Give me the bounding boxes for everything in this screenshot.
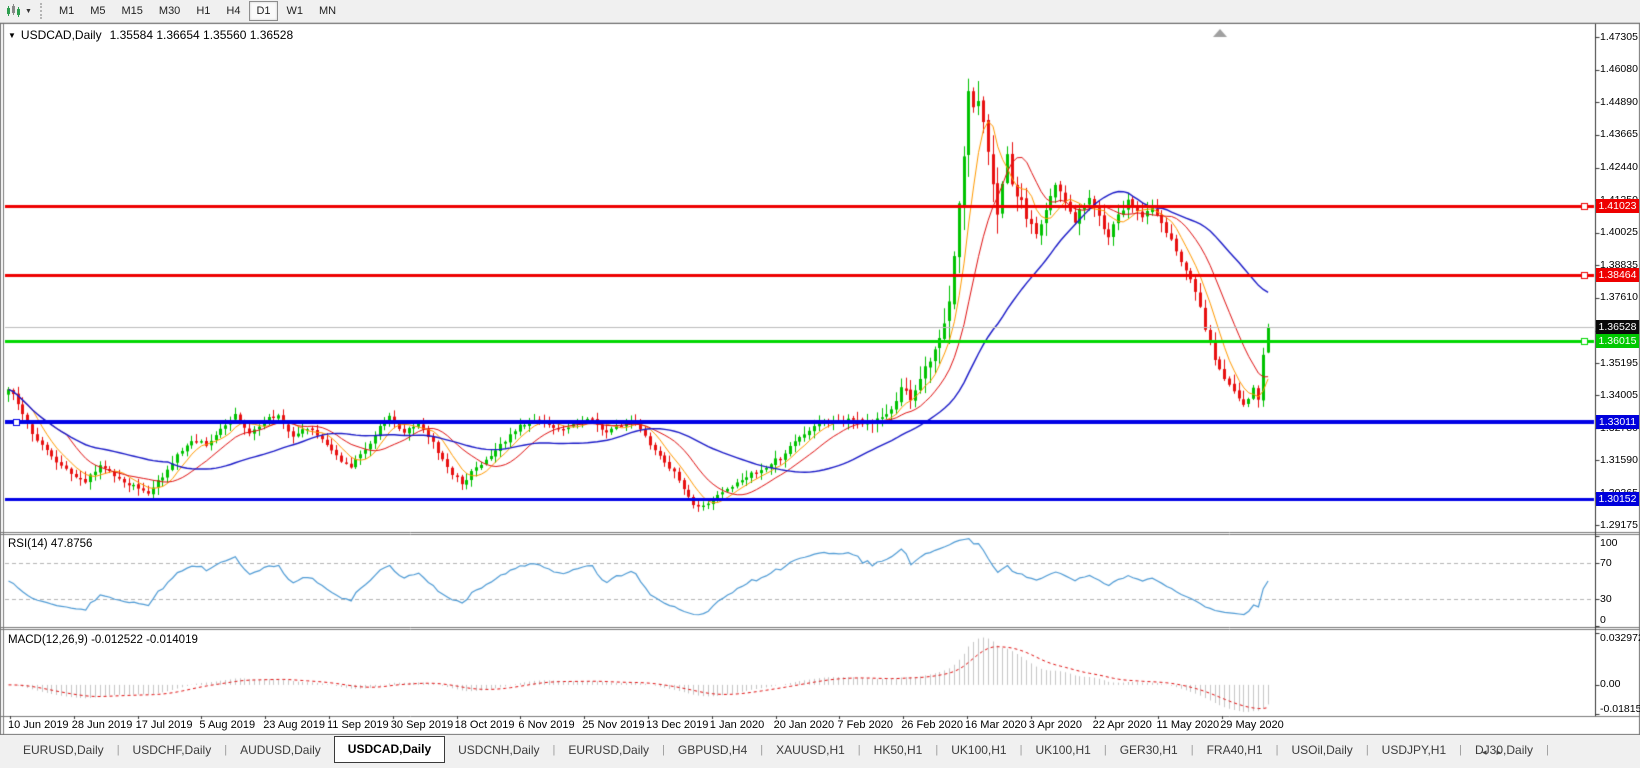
tab-ger30-h1-11[interactable]: GER30,H1 — [1107, 738, 1191, 762]
tab-gbpusd-h4-6[interactable]: GBPUSD,H4 — [665, 738, 760, 762]
tab-xauusd-h1-7[interactable]: XAUUSD,H1 — [763, 738, 858, 762]
tab-eurusd-daily-5[interactable]: EURUSD,Daily — [555, 738, 662, 762]
timeframe-button-m30[interactable]: M30 — [152, 1, 187, 21]
timeframe-button-d1[interactable]: D1 — [249, 1, 278, 21]
timeframe-button-w1[interactable]: W1 — [280, 1, 311, 21]
chart-tab-bar: ◂▸ EURUSD,Daily | USDCHF,Daily | AUDUSD,Dail… — [0, 735, 1640, 768]
timeframe-toolbar: ▼ M1 M5 M15 M30 H1 H4 D1 W1 MN — [0, 0, 1640, 23]
tab-usdcnh-daily-4[interactable]: USDCNH,Daily — [445, 738, 552, 762]
tab-scroll-left-icon[interactable]: ◂ — [1482, 747, 1497, 757]
tab-separator: | — [1546, 744, 1549, 756]
tab-hk50-h1-8[interactable]: HK50,H1 — [861, 738, 936, 762]
timeframe-button-m1[interactable]: M1 — [52, 1, 81, 21]
tab-usdchf-daily-1[interactable]: USDCHF,Daily — [120, 738, 225, 762]
timeframe-button-h4[interactable]: H4 — [219, 1, 247, 21]
timeframe-button-mn[interactable]: MN — [312, 1, 343, 21]
tab-eurusd-daily-0[interactable]: EURUSD,Daily — [10, 738, 117, 762]
candlestick-icon — [7, 4, 20, 17]
trading-terminal: ▼ M1 M5 M15 M30 H1 H4 D1 W1 MN ▼ USDCAD,Daily 1.35… — [0, 0, 1640, 768]
tab-usdcad-daily-3[interactable]: USDCAD,Daily — [333, 736, 446, 763]
timeframe-buttons: M1 M5 M15 M30 H1 H4 D1 W1 MN — [51, 0, 344, 23]
toolbar-grip-handle[interactable] — [39, 3, 43, 19]
tab-usoil-daily-13[interactable]: USOil,Daily — [1278, 738, 1365, 762]
tab-usdjpy-h1-14[interactable]: USDJPY,H1 — [1369, 738, 1459, 762]
timeframe-button-h1[interactable]: H1 — [189, 1, 217, 21]
tab-uk100-h1-9[interactable]: UK100,H1 — [938, 738, 1019, 762]
tab-scroll-right-icon[interactable]: ▸ — [1497, 747, 1512, 757]
tab-scroll-arrows[interactable]: ◂▸ — [1482, 747, 1511, 758]
tab-audusd-daily-2[interactable]: AUDUSD,Daily — [227, 738, 334, 762]
price-chart-canvas[interactable] — [0, 23, 1640, 735]
timeframe-button-m15[interactable]: M15 — [115, 1, 150, 21]
tab-uk100-h1-10[interactable]: UK100,H1 — [1022, 738, 1103, 762]
tab-fra40-h1-12[interactable]: FRA40,H1 — [1194, 738, 1276, 762]
timeframe-button-m5[interactable]: M5 — [83, 1, 112, 21]
toolbar-dropdown-icon[interactable]: ▼ — [25, 8, 32, 15]
charts-toolbar-icon[interactable] — [4, 3, 24, 19]
